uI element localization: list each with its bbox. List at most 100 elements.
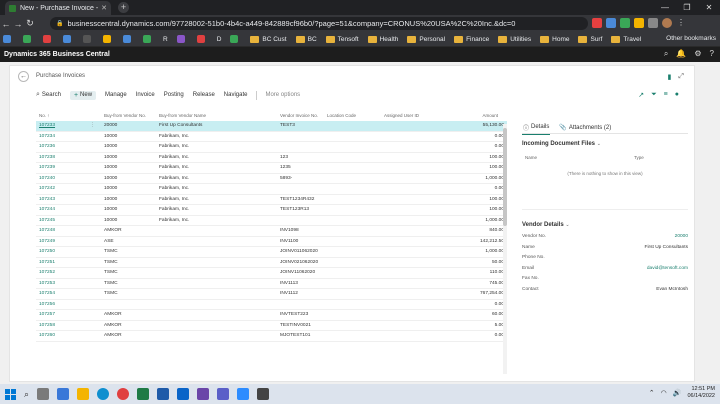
- bookmark[interactable]: [230, 35, 241, 43]
- bookmark-folder-travel[interactable]: Travel: [611, 35, 641, 43]
- puzzle-icon[interactable]: [648, 18, 658, 28]
- bookmark-folder-bc-cust[interactable]: BC Cust: [250, 35, 287, 43]
- back-icon[interactable]: ←: [0, 19, 12, 29]
- teams-icon[interactable]: [217, 388, 230, 400]
- cell-no[interactable]: 107260: [39, 333, 55, 338]
- bookmark[interactable]: [176, 35, 188, 43]
- bookmark[interactable]: [143, 35, 154, 43]
- table-row[interactable]: 107243 10000 Fabrikam, Inc. TEST1234R432 100…: [36, 195, 507, 205]
- list-view-icon[interactable]: ≡: [664, 91, 668, 99]
- incoming-docs-header[interactable]: Incoming Document Files ⌄: [522, 141, 688, 147]
- cell-no[interactable]: 107256: [39, 302, 55, 307]
- gear-icon[interactable]: ⚙: [694, 49, 701, 59]
- bookmark[interactable]: [103, 35, 114, 43]
- cell-no[interactable]: 107234: [39, 134, 55, 139]
- col-header-location-code[interactable]: Location Code: [327, 113, 356, 118]
- windows-start-icon[interactable]: [5, 388, 16, 400]
- row-actions-icon[interactable]: ⋮: [90, 123, 95, 128]
- table-row[interactable]: 107251 TSMC JOINV021062020 50.00: [36, 258, 507, 268]
- table-row[interactable]: 107245 10000 Fabrikam, Inc. 1,000.00: [36, 216, 507, 226]
- cell-no[interactable]: 107258: [39, 323, 55, 328]
- extension-icon[interactable]: [620, 18, 630, 28]
- forward-icon[interactable]: →: [12, 19, 24, 29]
- table-row[interactable]: 107256 0.00: [36, 300, 507, 310]
- bookmark-icon[interactable]: ▮: [668, 73, 672, 81]
- volume-icon[interactable]: 🔊: [673, 389, 682, 397]
- table-row[interactable]: 107236 10000 Fabrikam, Inc. 0.00: [36, 142, 507, 153]
- excel-icon[interactable]: [137, 388, 150, 400]
- cell-no[interactable]: 107249: [39, 239, 55, 244]
- extension-icon[interactable]: [592, 18, 602, 28]
- col-header-vendor-invoice-no[interactable]: Vendor Invoice No.: [280, 113, 318, 118]
- minimize-icon[interactable]: —: [654, 0, 676, 15]
- table-row[interactable]: 107252 TSMC JOINV11062020 110.00: [36, 268, 507, 279]
- col-header-vendor-no[interactable]: Buy-from Vendor No.: [104, 113, 146, 118]
- manage-menu[interactable]: Manage: [105, 92, 127, 98]
- bookmark-apps[interactable]: [3, 35, 14, 43]
- cell-no[interactable]: 107238: [39, 155, 55, 160]
- bookmark[interactable]: [63, 35, 74, 43]
- bookmark[interactable]: [123, 35, 134, 43]
- reload-icon[interactable]: ↻: [24, 18, 36, 29]
- table-row[interactable]: 107248 AMKOR INV1098 840.00: [36, 226, 507, 237]
- table-row[interactable]: 107238 10000 Fabrikam, Inc. 123 100.00: [36, 153, 507, 163]
- cell-no[interactable]: 107240: [39, 176, 55, 181]
- maximize-icon[interactable]: ❐: [676, 0, 698, 15]
- table-row[interactable]: 107234 10000 Fabrikam, Inc. 0.00: [36, 132, 507, 142]
- table-row[interactable]: 107239 10000 Fabrikam, Inc. 1235 100.00: [36, 163, 507, 174]
- cell-no[interactable]: 107236: [39, 144, 55, 149]
- filter-icon[interactable]: ⏷: [651, 91, 657, 99]
- bookmark[interactable]: [83, 35, 94, 43]
- vendor-details-header[interactable]: Vendor Details ⌄: [522, 222, 688, 228]
- tab-attachments[interactable]: 📎 Attachments (2): [558, 122, 612, 133]
- back-button[interactable]: ←: [18, 71, 29, 82]
- chevron-up-icon[interactable]: ⌃: [649, 389, 655, 397]
- vendor-field-value[interactable]: david@tensoft.com: [647, 266, 688, 271]
- posting-menu[interactable]: Posting: [164, 92, 184, 98]
- bookmark[interactable]: [43, 35, 54, 43]
- cell-no[interactable]: 107254: [39, 291, 55, 296]
- profile-avatar[interactable]: [662, 18, 672, 28]
- table-row[interactable]: 107254 TSMC INV1112 767,254.00: [36, 289, 507, 300]
- cell-no[interactable]: 107250: [39, 249, 55, 254]
- col-header-assigned-user[interactable]: Assigned User ID: [384, 113, 419, 118]
- bookmark-folder-tensoft[interactable]: Tensoft: [325, 35, 359, 43]
- search-icon[interactable]: ⌕: [664, 49, 668, 59]
- cell-no[interactable]: 107245: [39, 218, 55, 223]
- table-row[interactable]: 107257 AMKOR INVTEST223 60.00: [36, 310, 507, 321]
- table-row[interactable]: 107250 TSMC JOINV011062020 1,000.00: [36, 247, 507, 258]
- table-row[interactable]: 107244 10000 Fabrikam, Inc. TEST123R13 100.0…: [36, 205, 507, 216]
- clock[interactable]: 12:51 PM 06/14/2022: [687, 386, 715, 400]
- table-row[interactable]: 107242 10000 Fabrikam, Inc. 0.00: [36, 184, 507, 195]
- file-explorer-icon[interactable]: [77, 388, 90, 400]
- bookmark-folder-surf[interactable]: Surf: [578, 35, 602, 43]
- scrollbar-thumb[interactable]: [503, 128, 507, 226]
- app-icon[interactable]: [257, 388, 270, 400]
- expand-icon[interactable]: ⤢: [678, 73, 684, 81]
- table-row[interactable]: 107249 ASE INV1100 142,212.50: [36, 237, 507, 247]
- cell-no[interactable]: 107243: [39, 197, 55, 202]
- cell-no[interactable]: 107242: [39, 186, 55, 191]
- bookmark-folder-home[interactable]: Home: [540, 35, 569, 43]
- cell-no[interactable]: 107233: [39, 123, 55, 128]
- invoice-menu[interactable]: Invoice: [136, 92, 155, 98]
- vendor-field-value[interactable]: 20000: [675, 234, 688, 239]
- bookmark-folder-health[interactable]: Health: [367, 35, 398, 43]
- browser-tab[interactable]: New - Purchase Invoice - Dynam ✕: [5, 1, 111, 15]
- zoom-icon[interactable]: [237, 388, 250, 400]
- bookmark[interactable]: [196, 35, 208, 43]
- cell-no[interactable]: 107252: [39, 270, 55, 275]
- search-button[interactable]: ⌕ Search: [36, 91, 61, 99]
- other-bookmarks[interactable]: Other bookmarks: [666, 35, 716, 42]
- wifi-icon[interactable]: ◠: [661, 389, 667, 397]
- outlook-icon[interactable]: [177, 388, 190, 400]
- kebab-menu-icon[interactable]: ⋮: [676, 18, 686, 28]
- table-row[interactable]: 107253 TSMC INV1113 745.00: [36, 279, 507, 289]
- onenote-icon[interactable]: [197, 388, 210, 400]
- tab-details[interactable]: ⓘ Details: [522, 121, 551, 135]
- bookmark-folder-finance[interactable]: Finance: [454, 35, 489, 43]
- cell-no[interactable]: 107248: [39, 228, 55, 233]
- col-header-amount[interactable]: Amount: [482, 113, 498, 118]
- bookmark-r[interactable]: R: [163, 36, 168, 43]
- bell-icon[interactable]: 🔔: [676, 49, 686, 59]
